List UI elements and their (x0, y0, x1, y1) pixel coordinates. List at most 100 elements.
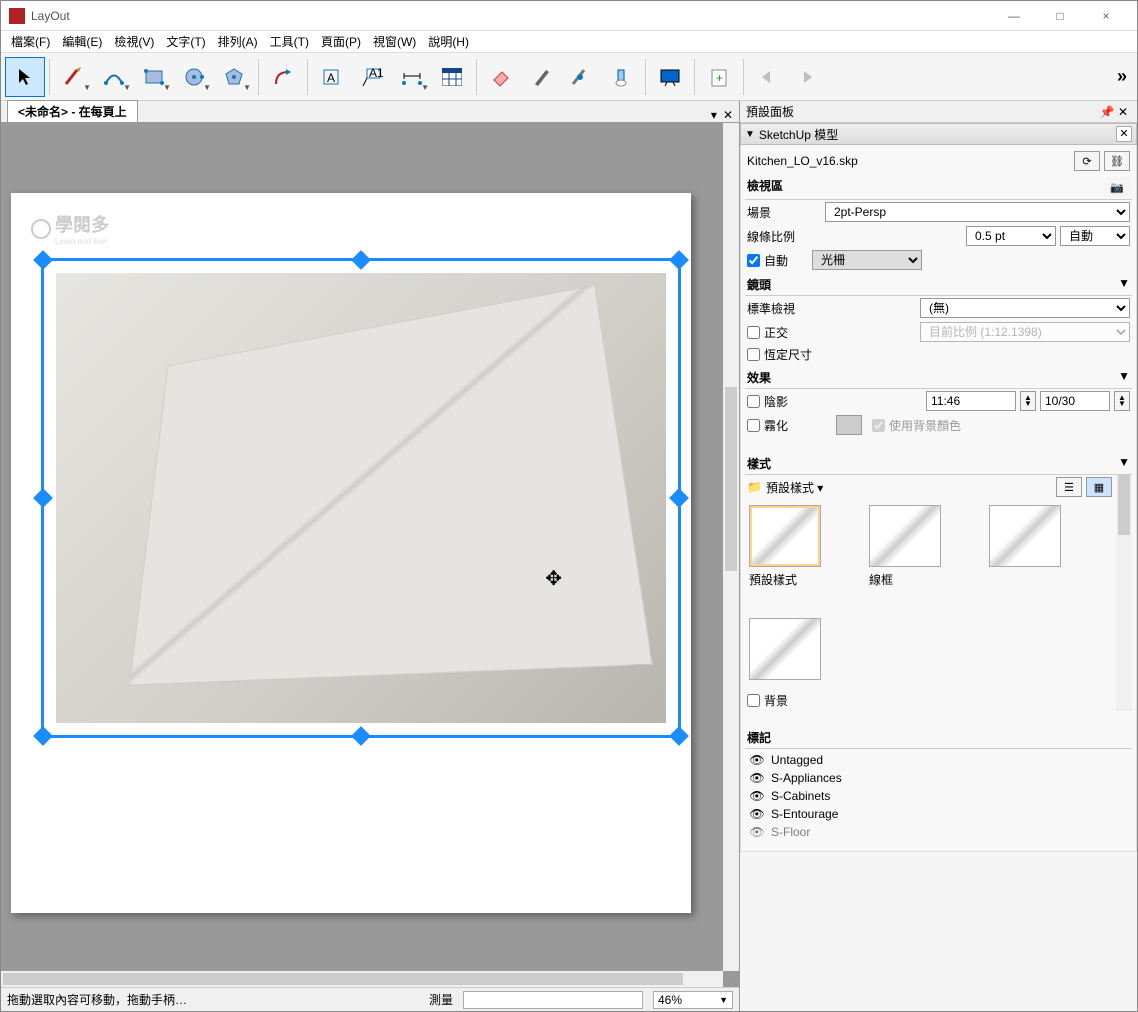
menu-page[interactable]: 頁面(P) (315, 31, 367, 52)
text-tool[interactable]: A (312, 57, 352, 97)
menu-window[interactable]: 視窗(W) (367, 31, 422, 52)
line-scale-mode-select[interactable]: 自動 (1060, 226, 1130, 246)
prev-page-button[interactable] (748, 57, 788, 97)
collapse-caret-icon[interactable]: ▼ (1118, 276, 1130, 293)
collapse-caret-icon[interactable]: ▼ (1118, 369, 1130, 386)
scene-select[interactable]: 2pt-Persp (825, 202, 1130, 222)
line-scale-select[interactable]: 0.5 pt (966, 226, 1056, 246)
auto-checkbox[interactable] (747, 254, 760, 267)
maximize-button[interactable]: □ (1037, 1, 1083, 31)
eye-icon[interactable]: 👁 (749, 771, 765, 785)
resize-handle[interactable] (669, 488, 689, 508)
minimize-button[interactable]: — (991, 1, 1037, 31)
eye-icon[interactable]: 👁 (749, 753, 765, 767)
arc-tool[interactable]: ▼ (94, 57, 134, 97)
split-tool[interactable] (561, 57, 601, 97)
panel-titlebar[interactable]: 預設面板 📌 ✕ (740, 101, 1137, 123)
offset-tool[interactable] (263, 57, 303, 97)
toolbar-overflow[interactable]: » (1117, 66, 1133, 87)
pin-icon[interactable]: 📌 (1099, 105, 1115, 119)
tag-row[interactable]: 👁Untagged (749, 751, 1128, 769)
tab-close-icon[interactable]: ✕ (723, 108, 733, 122)
time-spinner[interactable]: ▲▼ (1020, 391, 1036, 411)
styles-dropdown[interactable]: 預設樣式 ▾ (766, 479, 823, 496)
eraser-tool[interactable] (481, 57, 521, 97)
tag-row[interactable]: 👁S-Entourage (749, 805, 1128, 823)
fog-bg-label: 使用背景顏色 (889, 417, 961, 434)
presentation-tool[interactable] (650, 57, 690, 97)
polygon-tool[interactable]: ▼ (214, 57, 254, 97)
page[interactable]: 學閱多 Learn and live! ✥ (11, 193, 691, 913)
resize-handle[interactable] (351, 250, 371, 270)
document-tab[interactable]: <未命名> - 在每頁上 (7, 100, 138, 122)
rectangle-tool[interactable]: ▼ (134, 57, 174, 97)
dimension-tool[interactable]: ▼ (392, 57, 432, 97)
vertical-scrollbar[interactable] (723, 123, 739, 971)
measure-input[interactable] (463, 991, 643, 1009)
zoom-select[interactable]: 46%▼ (653, 991, 733, 1009)
section-close-icon[interactable]: ✕ (1116, 126, 1132, 142)
menu-help[interactable]: 說明(H) (422, 31, 475, 52)
menu-edit[interactable]: 編輯(E) (56, 31, 108, 52)
date-spinner[interactable]: ▲▼ (1114, 391, 1130, 411)
shadow-checkbox[interactable] (747, 395, 760, 408)
add-page-button[interactable]: + (699, 57, 739, 97)
menu-tools[interactable]: 工具(T) (264, 31, 315, 52)
scene-label: 場景 (747, 204, 821, 221)
section-sketchup-model[interactable]: ▼ SketchUp 模型 ✕ (740, 123, 1137, 145)
link-button[interactable]: ⛓ (1104, 151, 1130, 171)
style-item[interactable]: 線框 (869, 505, 959, 588)
tab-dropdown-icon[interactable]: ▾ (711, 108, 717, 122)
eye-icon[interactable]: 👁 (749, 825, 765, 839)
background-checkbox[interactable] (747, 694, 760, 707)
menu-arrange[interactable]: 排列(A) (212, 31, 264, 52)
tag-row[interactable]: 👁S-Floor (749, 823, 1128, 841)
style-item[interactable] (749, 618, 839, 684)
render-mode-select[interactable]: 光柵 (812, 250, 922, 270)
menu-view[interactable]: 檢視(V) (108, 31, 160, 52)
menu-file[interactable]: 檔案(F) (5, 31, 56, 52)
style-item[interactable] (989, 505, 1079, 588)
fog-checkbox[interactable] (747, 419, 760, 432)
select-tool[interactable] (5, 57, 45, 97)
drawing-viewport[interactable]: 學閱多 Learn and live! ✥ (1, 123, 723, 971)
list-view-icon[interactable]: ☰ (1056, 477, 1082, 497)
next-page-button[interactable] (788, 57, 828, 97)
collapse-caret-icon[interactable]: ▼ (1118, 455, 1130, 472)
style-picker-tool[interactable] (521, 57, 561, 97)
tag-row[interactable]: 👁S-Cabinets (749, 787, 1128, 805)
circle-tool[interactable]: ▼ (174, 57, 214, 97)
resize-handle[interactable] (33, 726, 53, 746)
shadow-time-input[interactable] (926, 391, 1016, 411)
panel-close-icon[interactable]: ✕ (1115, 105, 1131, 119)
horizontal-scrollbar[interactable] (1, 971, 723, 987)
resize-handle[interactable] (351, 726, 371, 746)
refresh-button[interactable]: ⟳ (1074, 151, 1100, 171)
preserve-checkbox[interactable] (747, 348, 760, 361)
shadow-date-input[interactable] (1040, 391, 1110, 411)
close-button[interactable]: × (1083, 1, 1129, 31)
resize-handle[interactable] (669, 250, 689, 270)
fog-color-swatch[interactable] (836, 415, 862, 435)
grid-view-icon[interactable]: ▦ (1086, 477, 1112, 497)
join-tool[interactable] (601, 57, 641, 97)
resize-handle[interactable] (669, 726, 689, 746)
resize-handle[interactable] (33, 488, 53, 508)
resize-handle[interactable] (33, 250, 53, 270)
label-tool[interactable]: A1 (352, 57, 392, 97)
std-view-select[interactable]: (無) (920, 298, 1130, 318)
menu-text[interactable]: 文字(T) (160, 31, 211, 52)
table-tool[interactable] (432, 57, 472, 97)
selection-frame[interactable]: ✥ (41, 258, 681, 738)
svg-text:A1: A1 (369, 66, 383, 80)
eye-icon[interactable]: 👁 (749, 807, 765, 821)
style-item[interactable]: 預設樣式 (749, 505, 839, 588)
camera-reset-icon[interactable]: 📷 (1104, 177, 1130, 197)
line-tool[interactable]: ▼ (54, 57, 94, 97)
eye-icon[interactable]: 👁 (749, 789, 765, 803)
styles-scrollbar[interactable] (1116, 475, 1132, 711)
sketchup-viewport[interactable] (56, 273, 666, 723)
tag-row[interactable]: 👁S-Appliances (749, 769, 1128, 787)
effects-subheader: 效果 (747, 369, 771, 386)
ortho-checkbox[interactable] (747, 326, 760, 339)
